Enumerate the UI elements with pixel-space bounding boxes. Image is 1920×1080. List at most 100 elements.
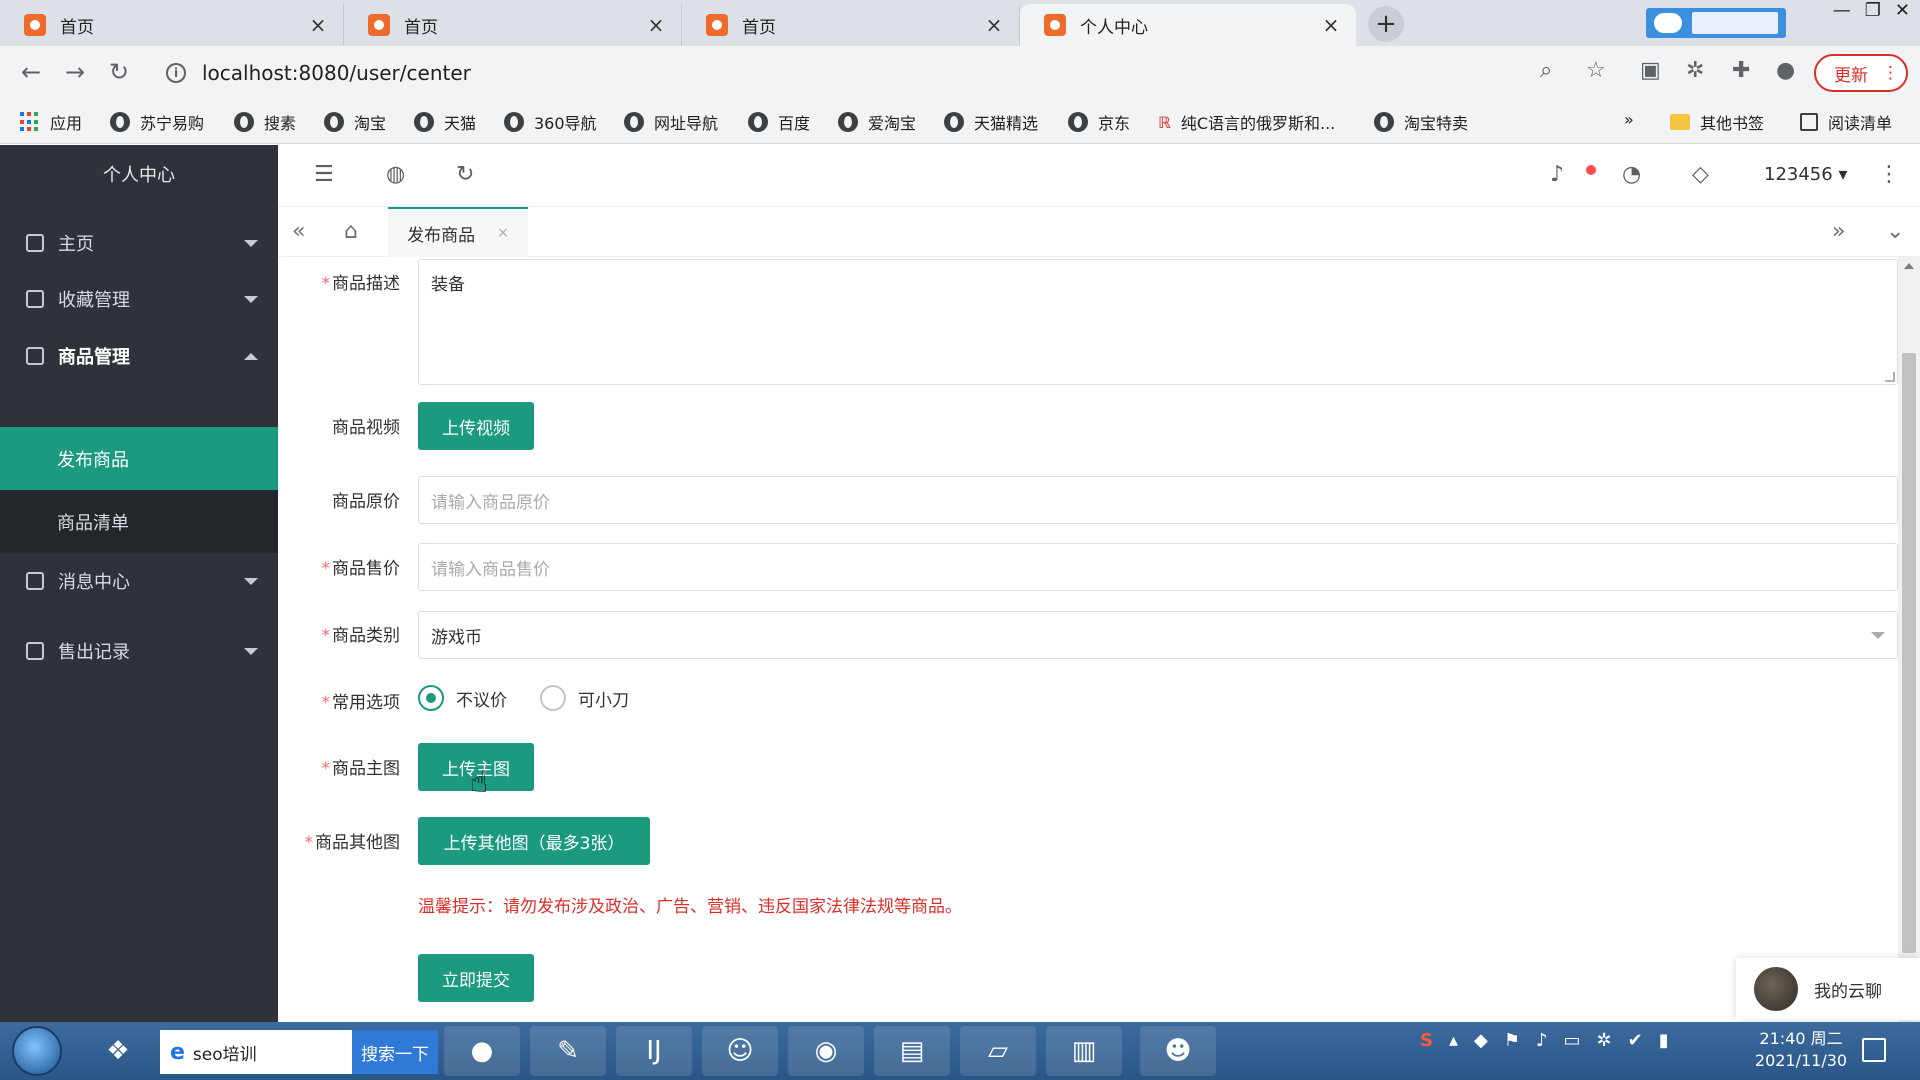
bookmark-item[interactable]: 淘宝 (324, 110, 386, 134)
scroll-thumb[interactable] (1902, 353, 1916, 953)
wechat-icon[interactable]: ☺ (702, 1026, 778, 1076)
profile-icon[interactable]: ● (1776, 58, 1795, 83)
taskbar-search-button[interactable]: 搜索一下 (352, 1030, 438, 1074)
chat-widget[interactable]: 我的云聊 (1736, 958, 1920, 1020)
submit-button[interactable]: 立即提交 (418, 954, 534, 1002)
extension-gear-icon[interactable]: ✲ (1686, 58, 1704, 83)
bookmark-item[interactable]: 爱淘宝 (838, 110, 916, 134)
bookmark-item[interactable]: 天猫 (414, 110, 476, 134)
sidebar-item-sales-records[interactable]: 售出记录 (0, 623, 278, 679)
update-button[interactable]: 更新 ⋮ (1814, 54, 1908, 92)
bookmark-item[interactable]: 360导航 (504, 110, 597, 134)
bookmark-item[interactable]: 网址导航 (624, 110, 718, 134)
tab-close-icon[interactable]: × (307, 13, 329, 37)
note-app-icon[interactable]: ✎ (530, 1026, 606, 1076)
page-scrollbar[interactable] (1898, 257, 1920, 1022)
puzzle-icon[interactable]: ✚ (1732, 58, 1750, 83)
security-icon[interactable]: ✔ (1628, 1030, 1643, 1051)
page-tab-publish[interactable]: 发布商品 × (388, 207, 528, 257)
dashboard-icon[interactable]: ◔ (1622, 162, 1641, 187)
scroll-up-icon[interactable] (1904, 263, 1914, 269)
back-icon[interactable]: ← (16, 58, 46, 86)
bookmarks-overflow-button[interactable]: » (1624, 110, 1634, 129)
menu-toggle-icon[interactable]: ☰ (314, 162, 334, 187)
flag-icon[interactable]: ⚑ (1504, 1030, 1520, 1051)
extension-box-icon[interactable]: ▣ (1640, 58, 1661, 83)
intellij-icon[interactable]: IJ (616, 1026, 692, 1076)
system-clock[interactable]: 21:40 周二 2021/11/30 (1746, 1028, 1856, 1072)
url-text[interactable]: localhost:8080/user/center (202, 61, 471, 85)
display-icon[interactable]: ▭ (1564, 1030, 1581, 1051)
minimize-icon[interactable]: — (1833, 0, 1851, 21)
forward-icon[interactable]: → (60, 58, 90, 86)
category-select[interactable]: 游戏币 (418, 611, 1898, 659)
submenu-item-publish[interactable]: 发布商品 (0, 427, 278, 490)
bookmark-item[interactable]: 百度 (748, 110, 810, 134)
tab-close-icon[interactable]: × (645, 13, 667, 37)
upload-video-button[interactable]: 上传视频 (418, 402, 534, 450)
sale-price-input[interactable]: 请输入商品售价 (418, 543, 1898, 591)
url-bar[interactable]: i localhost:8080/user/center (152, 53, 1602, 93)
bell-icon[interactable]: ♪ (1550, 162, 1564, 187)
browser-tab-active[interactable]: 个人中心 × (1020, 4, 1356, 46)
notepad-icon[interactable]: ▱ (960, 1026, 1036, 1076)
radio-no-bargain[interactable]: 不议价 (418, 685, 507, 711)
orig-price-input[interactable]: 请输入商品原价 (418, 476, 1898, 524)
radio-small-bargain[interactable]: 可小刀 (540, 685, 629, 711)
refresh-icon[interactable]: ↻ (456, 162, 474, 187)
cloud-widget[interactable] (1646, 8, 1786, 38)
bookmark-item[interactable]: 淘宝特卖 (1374, 110, 1468, 134)
tab-close-icon[interactable]: × (983, 13, 1005, 37)
bookmark-item[interactable]: 搜素 (234, 110, 296, 134)
other-bookmarks[interactable]: 其他书签 (1670, 110, 1764, 134)
globe-icon[interactable]: ◍ (386, 162, 405, 187)
chrome-icon[interactable]: ◉ (788, 1026, 864, 1076)
close-window-icon[interactable]: ✕ (1895, 0, 1910, 21)
bookmark-apps[interactable]: 应用 (20, 110, 82, 134)
bookmark-item[interactable]: 苏宁易购 (110, 110, 204, 134)
browser-tab[interactable]: 首页 × (344, 4, 682, 46)
fruit-app-icon[interactable]: ● (444, 1026, 520, 1076)
tray-gear-icon[interactable]: ✲ (1597, 1030, 1612, 1051)
browser-tab[interactable]: 首页 × (682, 4, 1020, 46)
submenu-item-goods-list[interactable]: 商品清单 (0, 490, 278, 553)
zoom-icon[interactable]: ⌕ (1540, 58, 1552, 83)
maximize-icon[interactable]: ❐ (1865, 0, 1881, 21)
tray-arrow-icon[interactable]: ▴ (1449, 1030, 1458, 1051)
file-explorer-icon[interactable]: ▤ (874, 1026, 950, 1076)
sogou-icon[interactable]: S (1420, 1030, 1433, 1051)
action-center-icon[interactable] (1862, 1038, 1886, 1062)
sidebar-item-goods[interactable]: 商品管理 (0, 328, 278, 384)
reload-icon[interactable]: ↻ (104, 58, 134, 86)
sidebar-item-home[interactable]: 主页 (0, 215, 278, 271)
bookmark-item[interactable]: 京东 (1068, 110, 1130, 134)
home-tab-icon[interactable]: ⌂ (344, 219, 358, 244)
network-icon[interactable]: ▮ (1659, 1030, 1669, 1051)
game-app-icon[interactable]: ☻ (1140, 1026, 1216, 1076)
tab-close-icon[interactable]: × (1320, 13, 1342, 37)
browser-tab[interactable]: 首页 × (0, 4, 344, 46)
chevron-down-icon[interactable]: ⌄ (1886, 219, 1904, 244)
page-tab-close-icon[interactable]: × (497, 225, 509, 241)
upload-other-images-button[interactable]: 上传其他图（最多3张） (418, 817, 650, 865)
notification-icon[interactable]: ♪ (1536, 1030, 1548, 1051)
app-colorful-icon[interactable]: ❖ (80, 1026, 156, 1076)
start-button[interactable] (12, 1026, 62, 1076)
sidebar-item-favorites[interactable]: 收藏管理 (0, 271, 278, 327)
taskbar-search-input[interactable]: e seo培训 (160, 1030, 352, 1074)
bookmark-item[interactable]: 天猫精选 (944, 110, 1038, 134)
star-icon[interactable]: ☆ (1586, 58, 1606, 83)
chevron-double-left-icon[interactable]: « (292, 219, 305, 244)
more-vertical-icon[interactable]: ⋮ (1878, 162, 1900, 187)
chevron-double-right-icon[interactable]: » (1832, 219, 1845, 244)
desc-textarea[interactable]: 装备 (418, 259, 1898, 385)
sidebar-item-messages[interactable]: 消息中心 (0, 553, 278, 609)
site-info-icon[interactable]: i (166, 63, 186, 83)
chart-app-icon[interactable]: ▥ (1046, 1026, 1122, 1076)
reading-list[interactable]: 阅读清单 (1800, 110, 1892, 134)
new-tab-button[interactable]: + (1368, 6, 1404, 42)
tray-app-icon[interactable]: ◆ (1474, 1030, 1488, 1051)
user-menu[interactable]: 123456 ▾ (1764, 164, 1847, 185)
tag-icon[interactable]: ◇ (1692, 162, 1709, 187)
bookmark-item[interactable]: ℝ 纯C语言的俄罗斯和... (1158, 110, 1335, 134)
